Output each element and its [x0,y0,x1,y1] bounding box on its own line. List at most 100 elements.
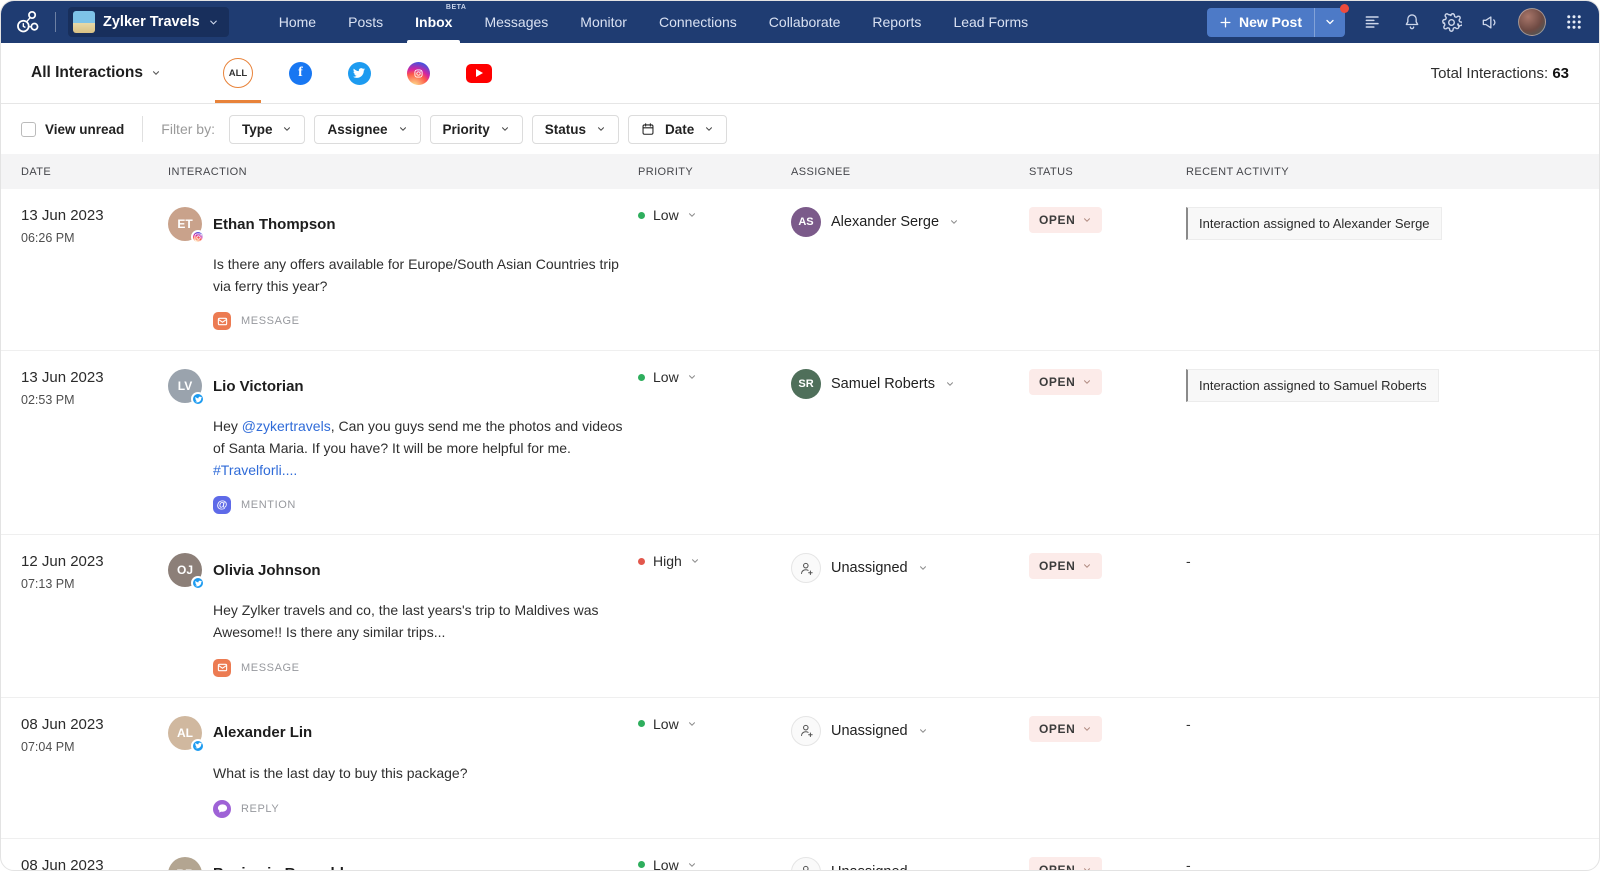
nav-item-messages[interactable]: Messages [468,1,564,43]
user-avatar[interactable] [1518,8,1546,36]
gear-icon[interactable] [1440,11,1462,33]
recent-activity-cell: - [1186,839,1579,871]
nav-item-inbox[interactable]: InboxBETA [399,1,468,43]
nav-item-posts[interactable]: Posts [332,1,399,43]
author-name[interactable]: Ethan Thompson [213,216,336,233]
assignee-dropdown[interactable]: SRSamuel Roberts [791,369,1029,399]
interactions-table: 13 Jun 202306:26 PMETEthan ThompsonIs th… [1,189,1599,871]
author-name[interactable]: Benjamin Reynolds [213,865,352,871]
status-label: OPEN [1039,375,1075,389]
priority-dropdown[interactable]: Low [638,716,791,732]
priority-dropdown[interactable]: Low [638,207,791,223]
interaction-row[interactable]: 08 Jun 202307:04 PMALAlexander LinWhat i… [1,698,1599,839]
column-header-status: STATUS [1029,166,1186,178]
priority-dropdown[interactable]: High [638,553,791,569]
interaction-row[interactable]: 13 Jun 202306:26 PMETEthan ThompsonIs th… [1,189,1599,351]
new-post-dropdown[interactable] [1314,8,1345,37]
nav-item-monitor[interactable]: Monitor [564,1,643,43]
interaction-row[interactable]: 13 Jun 202302:53 PMLVLio VictorianHey @z… [1,351,1599,535]
nav-item-reports[interactable]: Reports [856,1,937,43]
queue-icon[interactable] [1362,11,1384,33]
twitter-badge-icon [191,576,205,590]
notification-dot [1340,4,1349,13]
status-dropdown[interactable]: OPEN [1029,553,1102,579]
assignee-name: Samuel Roberts [831,376,935,392]
status-dropdown[interactable]: OPEN [1029,716,1102,742]
column-header-date: DATE [21,166,168,178]
total-interactions: Total Interactions: 63 [1431,65,1569,82]
message-link[interactable]: #Travelforli.... [213,462,297,478]
nav-item-collaborate[interactable]: Collaborate [753,1,857,43]
recent-activity-cell: Interaction assigned to Samuel Roberts [1186,351,1579,534]
message-link[interactable]: @zykertravels [242,418,331,434]
announcement-icon[interactable] [1479,11,1501,33]
status-dropdown[interactable]: OPEN [1029,857,1102,871]
interaction-message[interactable]: Is there any offers available for Europe… [213,254,625,297]
table-header: DATEINTERACTIONPRIORITYASSIGNEESTATUSREC… [1,154,1599,189]
assignee-dropdown[interactable]: Unassigned [791,553,1029,583]
status-dropdown[interactable]: OPEN [1029,207,1102,233]
avatar: OJ [168,553,202,587]
channel-filter-youtube[interactable] [460,43,498,103]
bell-icon[interactable] [1401,11,1423,33]
date-cell: 13 Jun 202306:26 PM [21,189,168,350]
assignee-name: Alexander Serge [831,214,939,230]
interaction-message[interactable]: Hey Zylker travels and co, the last year… [213,600,625,643]
status-cell: OPEN [1029,839,1186,871]
nav-item-lead-forms[interactable]: Lead Forms [937,1,1044,43]
interaction-message[interactable]: What is the last day to buy this package… [213,763,625,785]
interaction-message[interactable]: Hey @zykertravels, Can you guys send me … [213,416,625,481]
filter-bar: View unread Filter by: TypeAssigneePrior… [1,104,1599,154]
total-interactions-value: 63 [1552,65,1569,82]
filter-button-status[interactable]: Status [532,115,619,144]
interaction-cell: ETEthan ThompsonIs there any offers avai… [168,189,638,350]
interaction-type: MESSAGE [213,312,638,350]
zoho-social-logo[interactable] [13,7,43,37]
author-name[interactable]: Olivia Johnson [213,562,321,579]
view-unread-checkbox[interactable] [21,122,36,137]
assignee-dropdown[interactable]: ASAlexander Serge [791,207,1029,237]
interaction-type: REPLY [213,800,638,838]
interaction-date: 13 Jun 2023 [21,207,168,224]
author-name[interactable]: Lio Victorian [213,378,304,395]
assignee-dropdown[interactable]: Unassigned [791,857,1029,871]
assignee-dropdown[interactable]: Unassigned [791,716,1029,746]
nav-item-home[interactable]: Home [263,1,332,43]
interaction-cell: ALAlexander LinWhat is the last day to b… [168,698,638,838]
filter-button-date[interactable]: Date [628,115,727,144]
interaction-row[interactable]: 08 Jun 202307:02 PMBRBenjamin Reynolds@z… [1,839,1599,871]
date-cell: 08 Jun 202307:02 PM [21,839,168,871]
channel-filter-instagram[interactable] [401,43,436,103]
channel-filter-all[interactable]: ALL [217,43,259,103]
assignee-cell: ASAlexander Serge [791,189,1029,350]
interaction-time: 07:13 PM [21,577,168,591]
filter-button-assignee[interactable]: Assignee [314,115,420,144]
plus-icon [1219,16,1232,29]
filter-button-priority[interactable]: Priority [430,115,523,144]
priority-cell: Low [638,351,791,534]
brand-selector[interactable]: Zylker Travels [68,7,229,37]
channel-filter-twitter[interactable] [342,43,377,103]
status-dropdown[interactable]: OPEN [1029,369,1102,395]
priority-dropdown[interactable]: Low [638,369,791,385]
priority-label: Low [653,716,679,732]
author-name[interactable]: Alexander Lin [213,724,312,741]
app-window: Zylker Travels HomePostsInboxBETAMessage… [0,0,1600,871]
view-unread-label: View unread [45,122,124,137]
apps-grid-icon[interactable] [1563,11,1585,33]
nav-item-connections[interactable]: Connections [643,1,753,43]
mention-icon: @ [213,496,231,514]
view-unread-toggle[interactable]: View unread [21,122,124,137]
interactions-filter-dropdown[interactable]: All Interactions [31,64,161,82]
recent-activity-cell: - [1186,535,1579,696]
reply-icon [213,800,231,818]
interaction-date: 12 Jun 2023 [21,553,168,570]
filter-button-type[interactable]: Type [229,115,306,144]
date-cell: 08 Jun 202307:04 PM [21,698,168,838]
interaction-row[interactable]: 12 Jun 2023 07:13 PMOJ Olivia Johnson Hey Z… [1,535,1599,697]
priority-cell: Low [638,698,791,838]
assignee-cell: Unassigned [791,839,1029,871]
channel-filter-facebook[interactable]: f [283,43,318,103]
priority-dropdown[interactable]: Low [638,857,791,871]
new-post-button[interactable]: New Post [1207,8,1345,37]
